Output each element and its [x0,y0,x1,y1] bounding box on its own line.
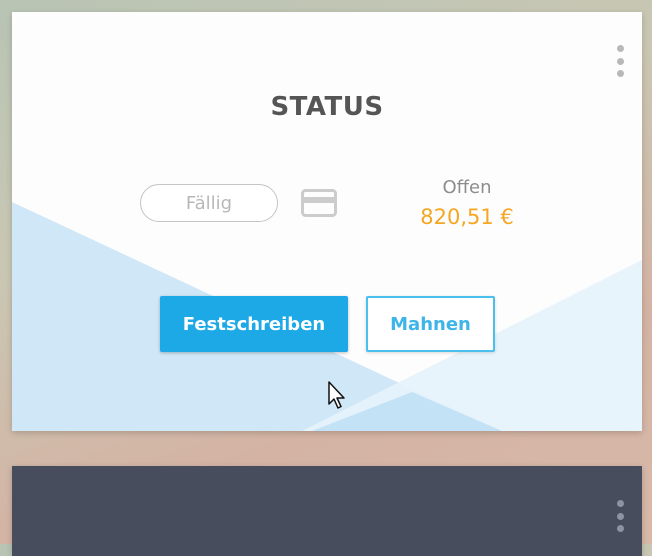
festschreiben-button[interactable]: Festschreiben [160,296,348,352]
mouse-cursor-icon [328,381,345,409]
status-card: STATUS Fällig Offen 820,51 € Festschreib… [12,12,642,431]
more-vertical-icon[interactable] [614,500,626,532]
more-vertical-icon[interactable] [614,45,626,77]
status-badge: Fällig [140,184,278,222]
card-background-decoration [12,202,642,431]
open-label: Offen [442,177,492,198]
mahnen-button[interactable]: Mahnen [366,296,495,352]
open-amount: 820,51 € [420,205,514,229]
credit-card-icon [301,189,337,217]
page-title: STATUS [270,92,384,122]
next-card [12,466,642,556]
